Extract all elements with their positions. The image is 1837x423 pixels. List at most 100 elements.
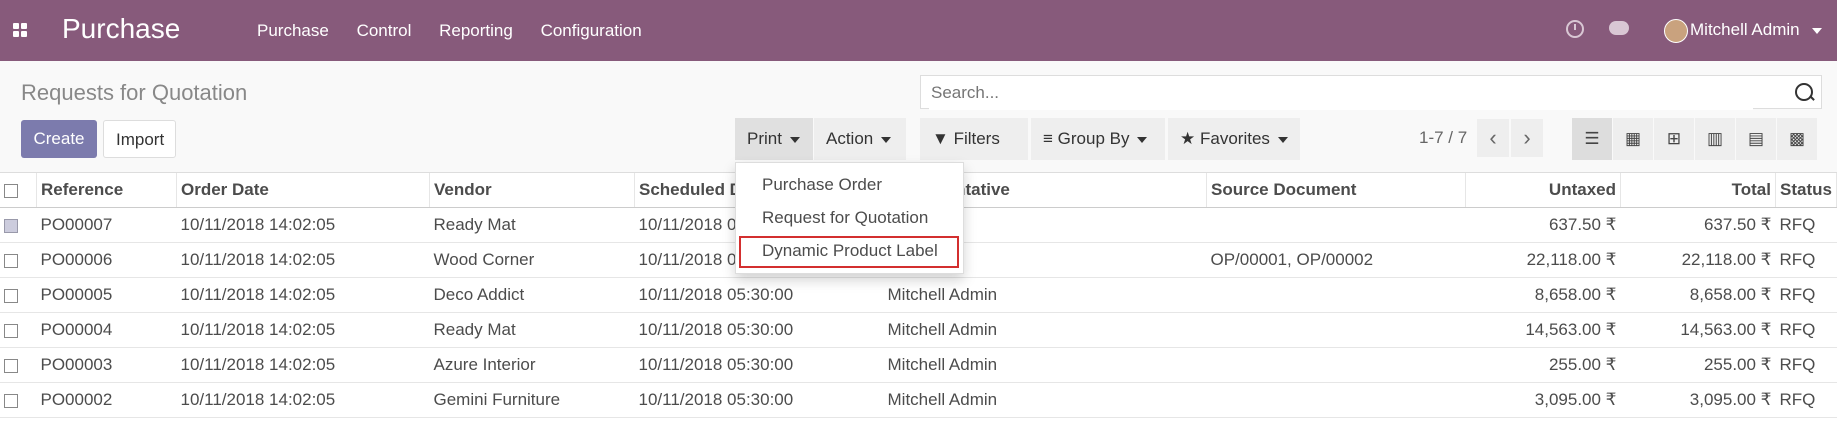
print-menu-item-request-for-quotation[interactable]: Request for Quotation (762, 208, 928, 228)
select-all-header[interactable] (0, 173, 37, 208)
print-label: Print (747, 129, 782, 148)
row-select-cell[interactable] (0, 242, 37, 278)
row-select-cell[interactable] (0, 277, 37, 313)
control-panel: Requests for Quotation Create Import Pri… (0, 61, 1837, 185)
row-checkbox[interactable] (4, 288, 18, 303)
filters-label: Filters (953, 129, 1000, 148)
list-view-icon[interactable]: ☰ (1572, 118, 1612, 160)
cell-untaxed: 8,658.00 ₹ (1465, 277, 1621, 313)
cell-source-document (1206, 382, 1466, 418)
row-checkbox[interactable] (4, 218, 18, 233)
cell-scheduled-date: 10/11/2018 05:30:00 (634, 312, 884, 348)
search-bar (920, 75, 1822, 110)
cell-untaxed: 22,118.00 ₹ (1465, 242, 1621, 278)
chevron-down-icon (1812, 27, 1823, 34)
cell-reference: PO00002 (36, 382, 177, 418)
group-by-button[interactable]: ≡ Group By (1031, 118, 1165, 160)
apps-icon[interactable] (13, 23, 29, 39)
menu-item-configuration[interactable]: Configuration (541, 21, 642, 40)
import-button[interactable]: Import (103, 120, 176, 158)
breadcrumb: Requests for Quotation (21, 80, 248, 105)
menu-item-purchase[interactable]: Purchase (257, 21, 329, 40)
top-navbar: Purchase Purchase Control Reporting Conf… (0, 0, 1837, 61)
cell-scheduled-date: 10/11/2018 05:30:00 (634, 277, 884, 313)
cell-source-document (1206, 347, 1466, 383)
cell-untaxed: 255.00 ₹ (1465, 347, 1621, 383)
table-row[interactable]: PO00005 10/11/2018 14:02:05 Deco Addict 10/… (0, 277, 1837, 313)
print-dropdown-menu: Purchase Order Request for Quotation Dyn… (735, 162, 964, 274)
calendar-view-icon[interactable]: ▤ (1736, 118, 1776, 160)
avatar[interactable] (1664, 19, 1688, 43)
cell-untaxed: 3,095.00 ₹ (1465, 382, 1621, 418)
chat-icon[interactable] (1609, 21, 1629, 35)
menu-item-control[interactable]: Control (357, 21, 412, 40)
cell-representative: Mitchell Admin (883, 347, 1207, 383)
print-dropdown-button[interactable]: Print (735, 118, 813, 160)
row-select-cell[interactable] (0, 382, 37, 418)
column-untaxed[interactable]: Untaxed (1465, 173, 1621, 208)
chevron-down-icon (1277, 136, 1288, 143)
app-title: Purchase (62, 13, 181, 44)
cell-total: 3,095.00 ₹ (1620, 382, 1776, 418)
table-row[interactable]: PO00002 10/11/2018 14:02:05 Gemini Furnitu… (0, 382, 1837, 418)
menu-item-reporting[interactable]: Reporting (439, 21, 513, 40)
main-menu: Purchase Control Reporting Configuration (257, 21, 665, 41)
search-input[interactable] (929, 76, 1753, 110)
cell-total: 8,658.00 ₹ (1620, 277, 1776, 313)
table-row[interactable]: PO00004 10/11/2018 14:02:05 Ready Mat 10/11… (0, 312, 1837, 348)
row-select-cell[interactable] (0, 312, 37, 348)
row-checkbox[interactable] (4, 393, 18, 408)
create-button[interactable]: Create (21, 120, 97, 158)
pager-previous-button[interactable]: ‹ (1477, 119, 1509, 157)
cell-source-document: OP/00001, OP/00002 (1206, 242, 1466, 278)
cell-total: 255.00 ₹ (1620, 347, 1776, 383)
cell-untaxed: 637.50 ₹ (1465, 207, 1621, 243)
cell-scheduled-date: 10/11/2018 05:30:00 (634, 382, 884, 418)
table-row[interactable]: PO00003 10/11/2018 14:02:05 Azure Interior… (0, 347, 1837, 383)
pager-next-button[interactable]: › (1511, 119, 1543, 157)
row-checkbox[interactable] (4, 323, 18, 338)
column-status[interactable]: Status (1775, 173, 1837, 208)
activity-view-icon[interactable]: ▩ (1777, 118, 1817, 160)
search-icon[interactable] (1795, 83, 1813, 101)
cell-total: 637.50 ₹ (1620, 207, 1776, 243)
pager-value[interactable]: 1-7 / 7 (1419, 128, 1467, 148)
filters-button[interactable]: ▼ Filters (920, 118, 1028, 185)
cell-source-document (1206, 277, 1466, 313)
cell-reference: PO00003 (36, 347, 177, 383)
cell-representative: Mitchell Admin (883, 382, 1207, 418)
column-total[interactable]: Total (1620, 173, 1776, 208)
column-vendor[interactable]: Vendor (429, 173, 635, 208)
favorite-star-icon: ★ (1180, 129, 1196, 148)
kanban-view-icon[interactable]: ▦ (1613, 118, 1653, 160)
select-all-checkbox[interactable] (4, 183, 18, 198)
print-menu-item-purchase-order[interactable]: Purchase Order (762, 175, 882, 195)
favorites-button[interactable]: ★ Favorites (1168, 118, 1300, 160)
highlight-box (739, 236, 959, 268)
action-label: Action (826, 129, 874, 148)
chevron-down-icon (789, 136, 800, 143)
cell-scheduled-date: 10/11/2018 05:30:00 (634, 347, 884, 383)
graph-view-icon[interactable]: ▥ (1695, 118, 1735, 160)
cell-order-date: 10/11/2018 14:02:05 (176, 382, 430, 418)
clock-icon[interactable] (1566, 20, 1584, 38)
row-select-cell[interactable] (0, 207, 37, 243)
column-source-document[interactable]: Source Document (1206, 173, 1466, 208)
favorites-label: Favorites (1199, 129, 1270, 148)
group-by-label: Group By (1057, 129, 1130, 148)
cell-total: 14,563.00 ₹ (1620, 312, 1776, 348)
row-checkbox[interactable] (4, 358, 18, 373)
action-dropdown-button[interactable]: Action (814, 118, 906, 160)
cell-representative: Mitchell Admin (883, 277, 1207, 313)
user-menu[interactable]: Mitchell Admin (1690, 20, 1823, 40)
row-checkbox[interactable] (4, 253, 18, 268)
chevron-down-icon (1137, 136, 1148, 143)
column-order-date[interactable]: Order Date (176, 173, 430, 208)
cell-status: RFQ (1775, 277, 1837, 313)
pivot-view-icon[interactable]: ⊞ (1654, 118, 1694, 160)
cell-order-date: 10/11/2018 14:02:05 (176, 312, 430, 348)
row-select-cell[interactable] (0, 347, 37, 383)
cell-vendor: Gemini Furniture (429, 382, 635, 418)
cell-reference: PO00007 (36, 207, 177, 243)
column-reference[interactable]: Reference (36, 173, 177, 208)
